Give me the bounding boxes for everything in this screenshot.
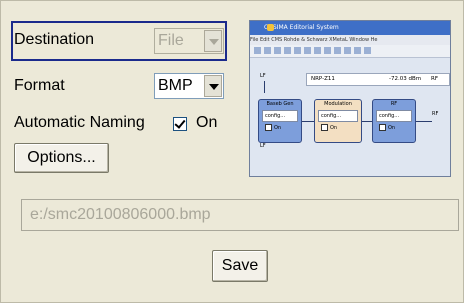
- preview-block-title: Modulation: [324, 101, 352, 107]
- preview-menubar: File Edit CMS Rohde & Schwarz XMetaL Win…: [250, 35, 450, 45]
- destination-value: File: [158, 32, 184, 49]
- preview-status-rf: RF: [431, 76, 438, 82]
- preview-block-rf: RF config... On: [372, 99, 416, 143]
- app-icon: [267, 24, 274, 31]
- format-label: Format: [14, 77, 65, 94]
- chevron-down-icon: [204, 75, 222, 97]
- format-value: BMP: [158, 77, 193, 94]
- automatic-naming-checkbox[interactable]: [173, 117, 187, 131]
- automatic-naming-state: On: [196, 114, 218, 131]
- hardcopy-panel: Destination File Format BMP Automatic Na…: [0, 0, 464, 303]
- preview-wire: [362, 121, 372, 122]
- file-path-field: e:/smc20100806000.bmp: [21, 199, 459, 231]
- preview-wire: [264, 81, 265, 93]
- format-dropdown[interactable]: BMP: [154, 73, 224, 99]
- save-button[interactable]: Save: [212, 250, 268, 282]
- preview-titlebar: COSIMA Editorial System: [250, 21, 450, 35]
- preview-title: COSIMA Editorial System: [264, 24, 339, 31]
- options-button[interactable]: Options...: [14, 143, 109, 173]
- preview-block-on-label: On: [274, 125, 282, 131]
- chevron-down-icon: [204, 30, 222, 52]
- preview-status-item: NRP-Z11: [311, 76, 335, 82]
- preview-lf-top: LF: [260, 73, 266, 79]
- preview-block-on-label: On: [388, 125, 396, 131]
- preview-wire: [302, 121, 314, 122]
- preview-block-baseband: Baseb Gen config... On: [258, 99, 302, 143]
- preview-block-on: On: [265, 124, 281, 131]
- preview-block-on-label: On: [330, 125, 338, 131]
- preview-status-value: -72.03 dBm: [389, 76, 422, 82]
- automatic-naming-label: Automatic Naming: [14, 114, 145, 131]
- preview-wire: [416, 121, 432, 122]
- preview-block-title: RF: [390, 101, 398, 107]
- preview-block-config: config...: [376, 110, 412, 122]
- screenshot-preview: COSIMA Editorial System File Edit CMS Ro…: [249, 20, 451, 177]
- preview-rf-out: RF: [432, 111, 439, 117]
- destination-dropdown[interactable]: File: [154, 28, 224, 54]
- preview-block-on: On: [321, 124, 337, 131]
- preview-block-config: config...: [262, 110, 298, 122]
- preview-block-title: Baseb Gen: [266, 101, 294, 107]
- preview-toolbar: [250, 45, 450, 58]
- preview-block-modulation: Modulation config... On: [314, 99, 362, 143]
- preview-lf-bottom: LF: [260, 143, 266, 149]
- preview-block-on: On: [379, 124, 395, 131]
- destination-label: Destination: [14, 31, 95, 48]
- preview-status-bar: NRP-Z11 -72.03 dBm RF: [306, 73, 450, 86]
- preview-block-config: config...: [318, 110, 358, 122]
